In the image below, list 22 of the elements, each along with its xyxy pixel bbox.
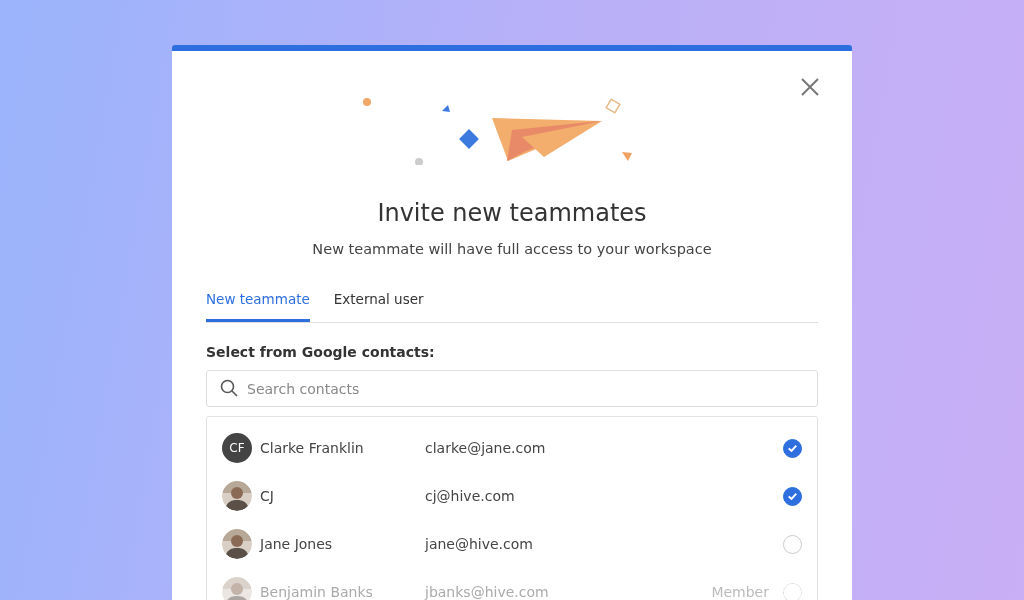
contact-row[interactable]: CJ cj@hive.com xyxy=(222,472,802,520)
dialog-title: Invite new teammates xyxy=(376,199,648,227)
contact-email: jane@hive.com xyxy=(425,536,534,552)
checkbox[interactable] xyxy=(783,486,802,506)
contact-name: Clarke Franklin xyxy=(260,440,365,456)
tab[interactable]: New teammate xyxy=(206,285,310,322)
avatar: CF xyxy=(222,433,252,463)
contact-email: cj@hive.com xyxy=(425,488,516,504)
dialog-subtitle: New teammate will have full access to your workspace xyxy=(311,241,713,257)
contact-name: CJ xyxy=(260,488,275,504)
checkbox[interactable] xyxy=(783,438,802,458)
contact-email: clarke@jane.com xyxy=(425,440,547,456)
search-field[interactable]: Search contacts xyxy=(206,370,818,407)
contact-name: Jane Jones xyxy=(260,536,334,552)
contact-email: jbanks@hive.com xyxy=(425,584,550,600)
contact-row[interactable]: Jane Jones jane@hive.com xyxy=(222,520,802,568)
contact-row[interactable]: CF Clarke Franklin clarke@jane.com xyxy=(222,424,802,472)
close-icon[interactable] xyxy=(800,77,820,97)
contacts-label: Select from Google contacts: xyxy=(206,344,436,360)
role-label: Member xyxy=(711,584,769,600)
contact-name: Benjamin Banks xyxy=(260,584,374,600)
tab[interactable]: External user xyxy=(333,285,424,322)
